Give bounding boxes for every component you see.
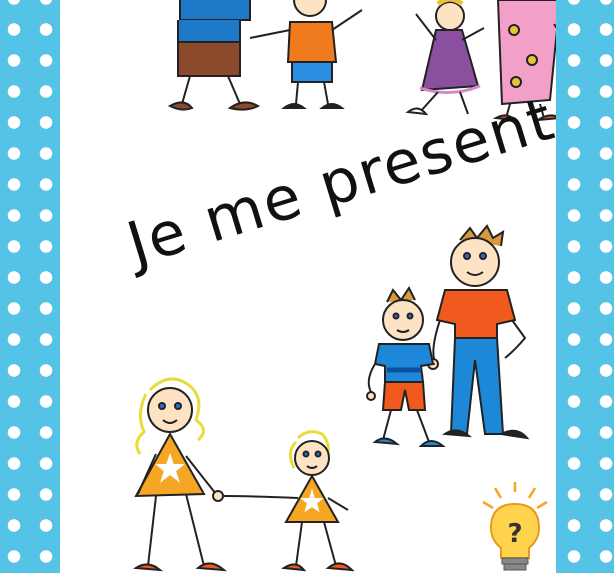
mother-daughter-illustration	[133, 377, 355, 572]
lightbulb-question-icon: ?	[482, 482, 548, 571]
worksheet-card: Je me presente ?	[60, 0, 556, 573]
polka-dot-border-right	[556, 0, 614, 573]
svg-text:?: ?	[507, 519, 522, 549]
polka-dot-border-left	[0, 0, 60, 573]
